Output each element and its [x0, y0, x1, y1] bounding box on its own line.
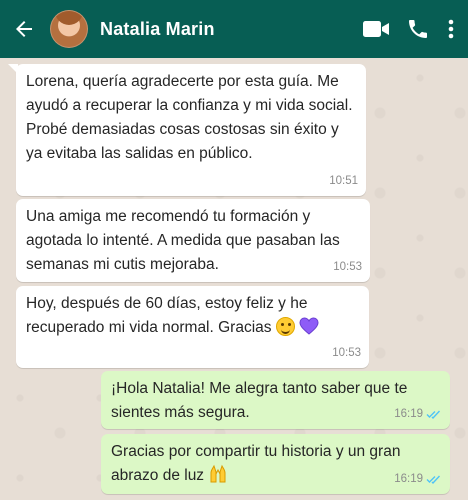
message-time: 10:53: [333, 261, 362, 273]
phone-icon: [409, 20, 427, 38]
smiling-face-emoji: [275, 317, 295, 336]
message-time: 10:53: [332, 347, 361, 359]
avatar[interactable]: [50, 10, 88, 48]
read-receipt-icon: [426, 475, 441, 484]
chat-header: Natalia Marin: [0, 0, 468, 58]
purple-heart-emoji: [299, 317, 319, 335]
message-text: ¡Hola Natalia! Me alegra tanto saber que…: [111, 380, 408, 421]
message-bubble[interactable]: Una amiga me recomendó tu formación y ag…: [16, 199, 370, 282]
back-button[interactable]: [2, 0, 46, 58]
message-text: Lorena, quería agradecerte por esta guía…: [26, 73, 353, 162]
message-time: 16:19: [394, 408, 423, 420]
message-bubble[interactable]: Hoy, después de 60 días, estoy feliz y h…: [16, 286, 369, 368]
message-time: 10:51: [329, 175, 358, 187]
voice-call-button[interactable]: [406, 17, 430, 41]
message-bubble[interactable]: Gracias por compartir tu historia y un g…: [101, 434, 450, 494]
more-options-button[interactable]: [446, 17, 456, 41]
message-text: Gracias por compartir tu historia y un g…: [111, 443, 401, 484]
video-call-button[interactable]: [362, 18, 390, 40]
message-bubble[interactable]: ¡Hola Natalia! Me alegra tanto saber que…: [101, 371, 450, 429]
chat-area[interactable]: Lorena, quería agradecerte por esta guía…: [0, 58, 468, 500]
contact-name[interactable]: Natalia Marin: [100, 19, 215, 40]
raised-hands-emoji: [210, 464, 226, 483]
message-time: 16:19: [394, 473, 423, 485]
read-receipt-icon: [426, 410, 441, 419]
more-vertical-icon: [448, 19, 454, 39]
message-bubble[interactable]: Lorena, quería agradecerte por esta guía…: [8, 64, 366, 196]
message-text: Hoy, después de 60 días, estoy feliz y h…: [26, 295, 308, 336]
back-arrow-icon: [16, 21, 32, 37]
message-text: Una amiga me recomendó tu formación y ag…: [26, 208, 340, 273]
video-camera-icon: [363, 21, 389, 37]
